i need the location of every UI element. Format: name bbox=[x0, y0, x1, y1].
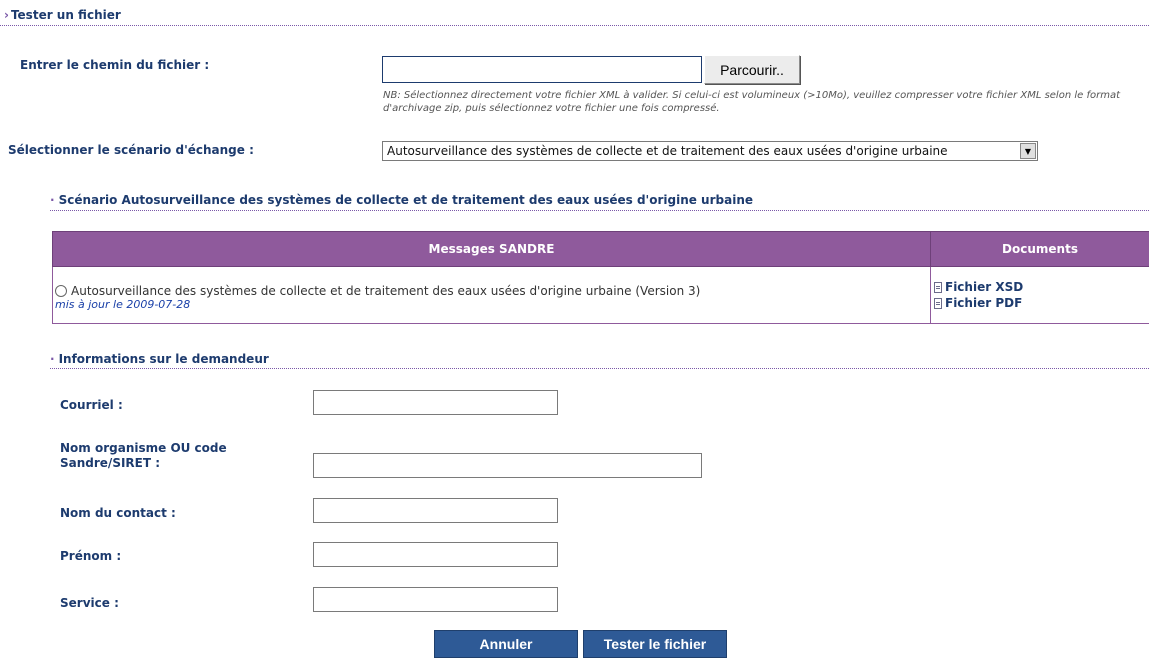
firstname-field[interactable] bbox=[313, 542, 558, 567]
email-field[interactable] bbox=[313, 390, 558, 415]
org-label-line1: Nom organisme OU code bbox=[60, 441, 227, 455]
title-divider bbox=[0, 25, 1149, 26]
chevron-right-icon: › bbox=[4, 8, 9, 22]
org-label-line2: Sandre/SIRET : bbox=[60, 456, 160, 470]
cancel-button[interactable]: Annuler bbox=[434, 630, 578, 658]
sandre-messages-table: Messages SANDRE Documents Autosurveillan… bbox=[52, 231, 1149, 324]
message-cell: Autosurveillance des systèmes de collect… bbox=[53, 267, 931, 324]
file-note: NB: Sélectionnez directement votre fichi… bbox=[383, 89, 1143, 115]
contact-name-label: Nom du contact : bbox=[60, 506, 176, 520]
message-name: Autosurveillance des systèmes de collect… bbox=[71, 284, 700, 298]
test-file-button[interactable]: Tester le fichier bbox=[583, 630, 727, 658]
document-icon bbox=[934, 298, 942, 309]
page-title: ›Tester un fichier bbox=[4, 8, 121, 22]
message-updated-date: mis à jour le 2009-07-28 bbox=[55, 298, 930, 311]
bullet-icon: · bbox=[50, 193, 55, 207]
document-icon bbox=[934, 282, 942, 293]
message-radio[interactable] bbox=[55, 285, 67, 297]
firstname-label: Prénom : bbox=[60, 549, 121, 563]
pdf-file-link[interactable]: Fichier PDF bbox=[934, 296, 1149, 310]
requester-section-title: ·Informations sur le demandeur bbox=[50, 352, 269, 366]
service-label: Service : bbox=[60, 596, 119, 610]
scenario-select[interactable]: Autosurveillance des systèmes de collect… bbox=[382, 141, 1038, 161]
xsd-file-link[interactable]: Fichier XSD bbox=[934, 280, 1149, 294]
chevron-down-icon[interactable]: ▼ bbox=[1020, 143, 1036, 159]
scenario-section-title: ·Scénario Autosurveillance des systèmes … bbox=[50, 193, 753, 207]
bullet-icon: · bbox=[50, 352, 55, 366]
documents-cell: Fichier XSD Fichier PDF bbox=[931, 267, 1149, 324]
contact-name-field[interactable] bbox=[313, 498, 558, 523]
service-field[interactable] bbox=[313, 587, 558, 612]
organisation-field[interactable] bbox=[313, 453, 702, 478]
scenario-divider bbox=[50, 210, 1149, 211]
scenario-select-value: Autosurveillance des systèmes de collect… bbox=[383, 144, 1020, 158]
file-path-input[interactable] bbox=[382, 56, 702, 83]
requester-divider bbox=[50, 368, 1149, 369]
table-row: Autosurveillance des systèmes de collect… bbox=[53, 267, 1149, 324]
table-header-row: Messages SANDRE Documents bbox=[53, 232, 1149, 267]
file-path-label: Entrer le chemin du fichier : bbox=[20, 58, 209, 72]
column-header-documents: Documents bbox=[931, 232, 1149, 267]
browse-button[interactable]: Parcourir.. bbox=[704, 55, 800, 84]
scenario-select-label: Sélectionner le scénario d'échange : bbox=[8, 143, 254, 157]
email-label: Courriel : bbox=[60, 398, 123, 412]
column-header-messages: Messages SANDRE bbox=[53, 232, 931, 267]
